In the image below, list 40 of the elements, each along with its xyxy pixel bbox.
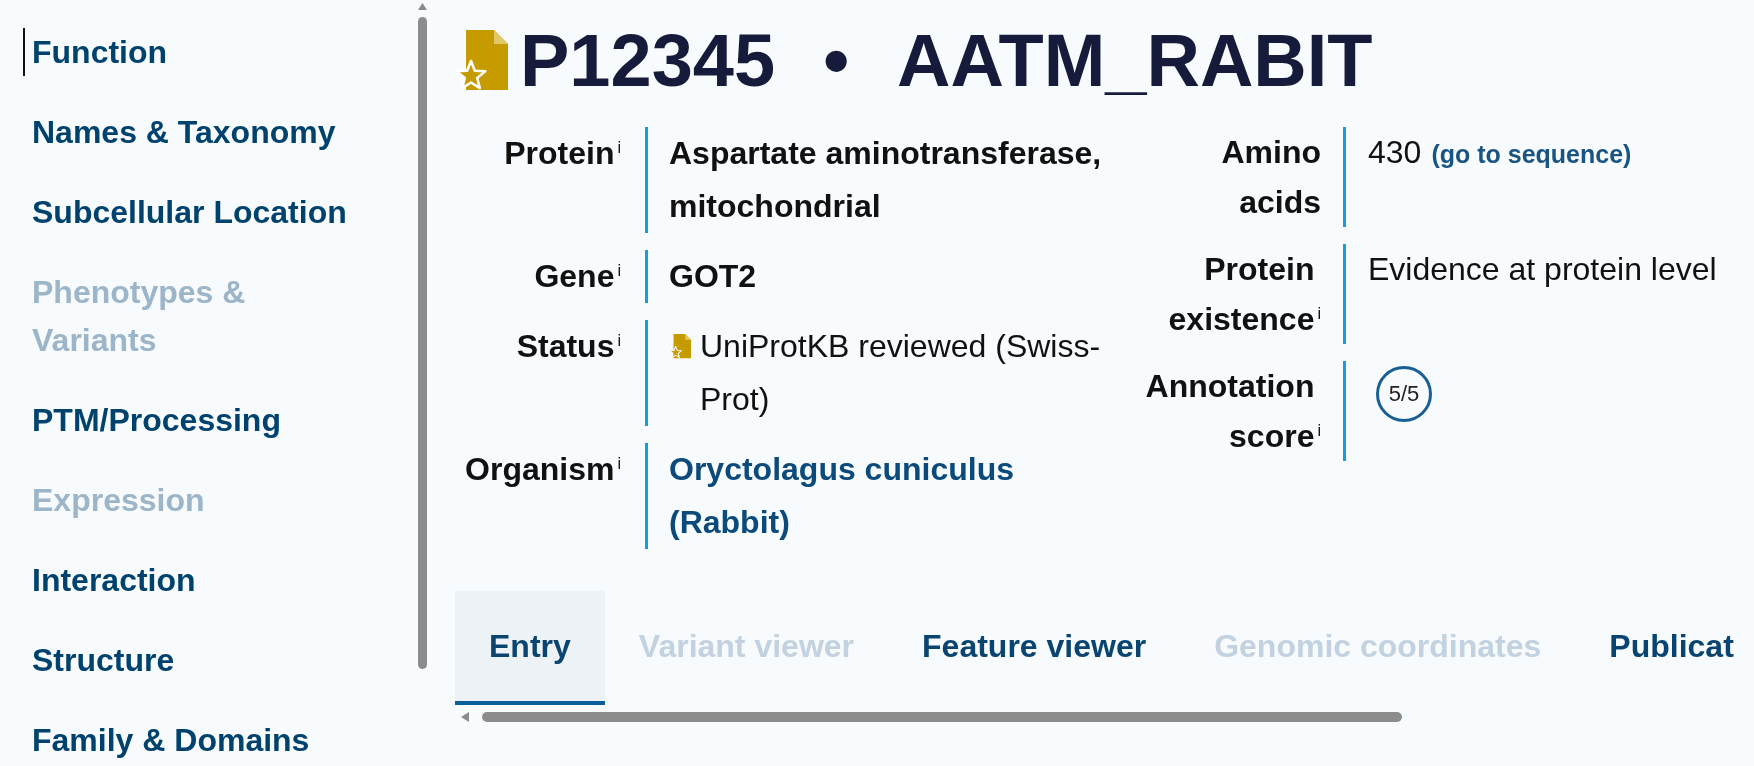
tab[interactable]: Publicat [1575, 591, 1734, 705]
field-value: Aspartate aminotransferase, mitochondrial [669, 135, 1102, 224]
info-marker[interactable]: i [617, 333, 621, 349]
scrollbar-thumb[interactable] [417, 17, 427, 669]
info-marker[interactable]: i [617, 456, 621, 472]
info-marker[interactable]: i [1317, 423, 1321, 439]
field-label: Organism [465, 450, 615, 489]
sidebar-link[interactable]: Family & Domains [23, 716, 373, 764]
field-label: Protein existence [1167, 250, 1315, 339]
field-value: UniProtKB reviewed (Swiss-Prot) [700, 327, 1102, 419]
annotation-score-badge: 5/5 [1376, 366, 1432, 422]
info-marker[interactable]: i [617, 140, 621, 156]
info-marker[interactable]: i [617, 263, 621, 279]
go-to-sequence-link[interactable]: (go to sequence) [1431, 140, 1632, 168]
document-star-icon [669, 334, 691, 359]
field-label: Gene [534, 257, 615, 296]
sidebar-link[interactable]: Function [23, 28, 373, 76]
field-label: Amino acids [1220, 133, 1321, 222]
sidebar-link[interactable]: Interaction [23, 556, 373, 604]
field-label: Protein [504, 134, 615, 173]
field-value: 430 [1368, 134, 1422, 170]
field-label: Annotation score [1144, 367, 1315, 456]
field-value: Evidence at protein level [1368, 251, 1717, 287]
sidebar-link[interactable]: PTM/Processing [23, 396, 373, 444]
tab[interactable]: Feature viewer [888, 591, 1181, 705]
field-label: Status [516, 327, 615, 366]
document-star-icon [455, 30, 508, 92]
sidebar-link[interactable]: Subcellular Location [23, 188, 373, 236]
entry-name: AATM_RABIT [897, 24, 1373, 98]
scroll-up-arrow-icon[interactable] [417, 3, 427, 10]
scrollbar-thumb[interactable] [482, 712, 1402, 722]
title-separator: • [823, 24, 850, 98]
info-marker[interactable]: i [1317, 306, 1321, 322]
scroll-left-arrow-icon[interactable] [461, 712, 469, 722]
organism-link[interactable]: Oryctolagus cuniculus (Rabbit) [669, 443, 1019, 549]
accession-number: P12345 [520, 24, 776, 98]
sidebar-link[interactable]: Names & Taxonomy [23, 108, 373, 156]
tab[interactable]: Entry [455, 591, 605, 705]
sidebar-link[interactable]: Structure [23, 636, 373, 684]
field-value: GOT2 [669, 258, 757, 294]
